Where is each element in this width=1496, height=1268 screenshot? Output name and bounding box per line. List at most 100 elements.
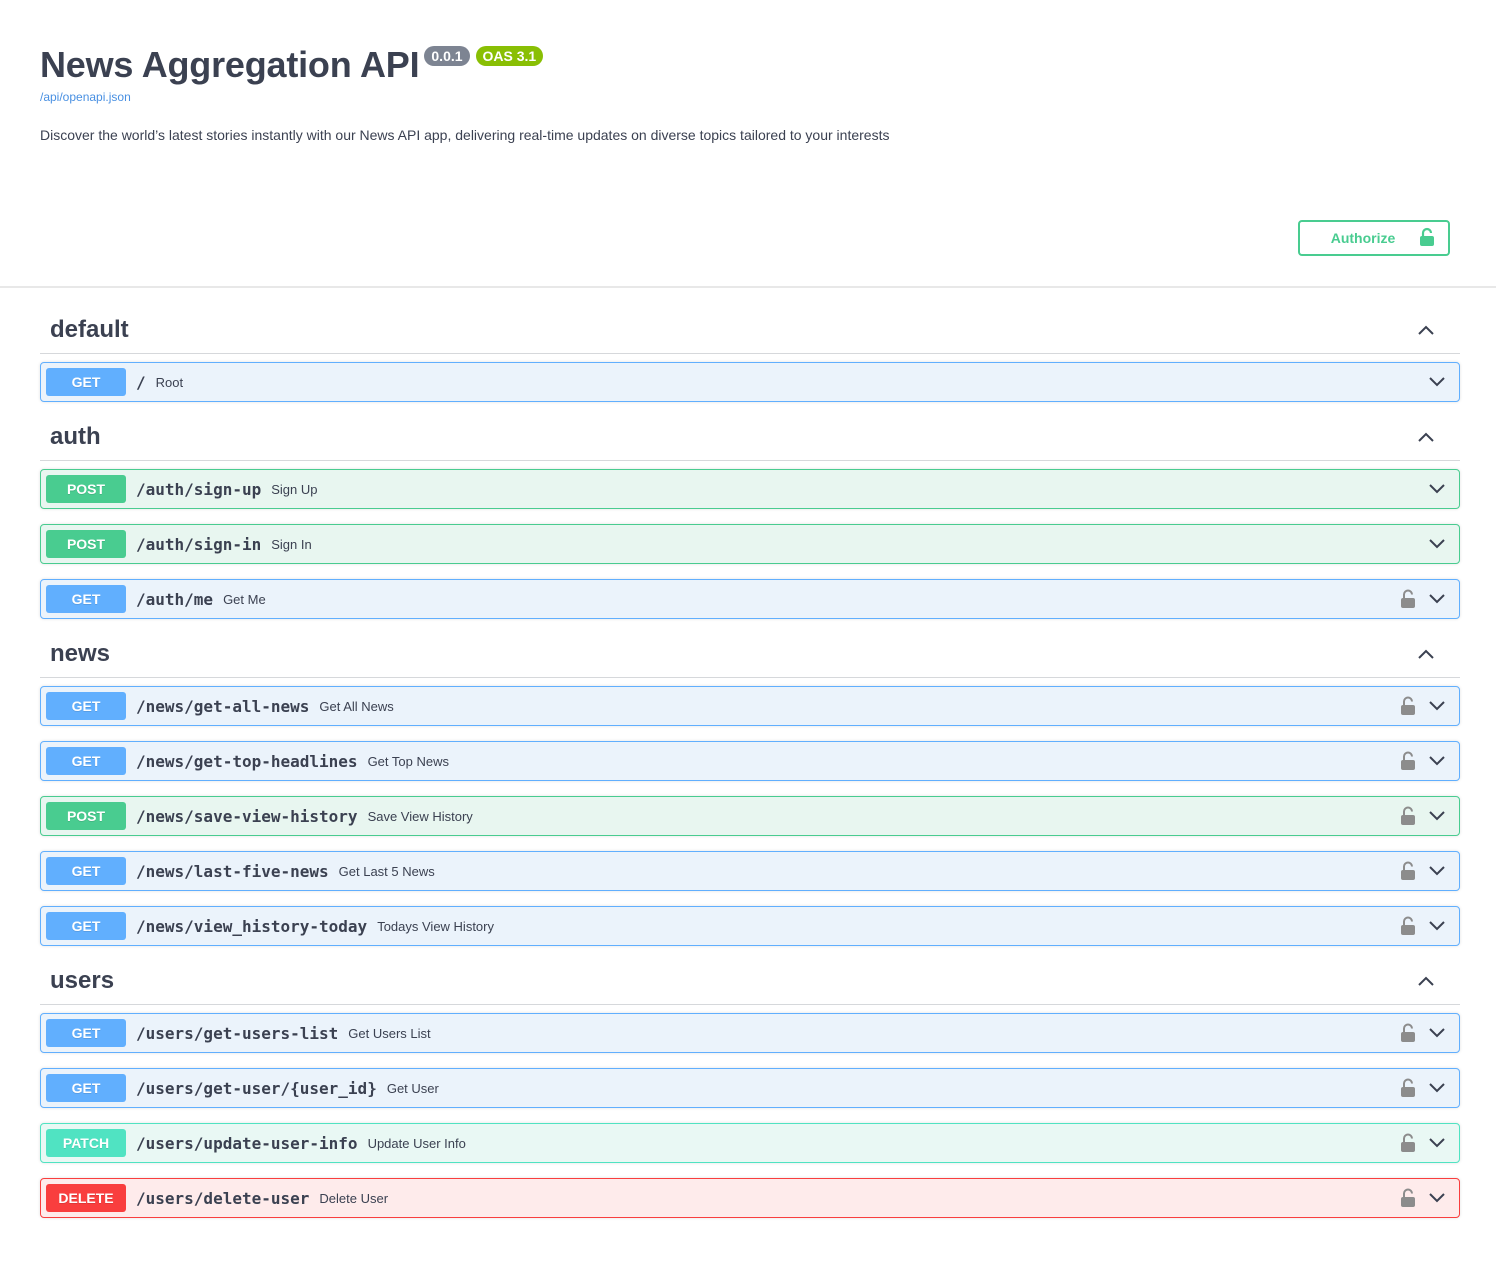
operation-controls [1401, 1188, 1459, 1208]
operation-get-row[interactable]: GET/news/get-top-headlines Get Top News [40, 741, 1460, 781]
tag-section-default[interactable]: default [40, 306, 1460, 354]
title-row: News Aggregation API 0.0.1 OAS 3.1 [40, 40, 1460, 90]
operation-summary: Get Last 5 News [338, 863, 435, 879]
operation-controls [1401, 696, 1459, 716]
openapi-spec-link[interactable]: /api/openapi.json [40, 90, 1460, 104]
chevron-down-icon[interactable] [1427, 751, 1447, 771]
authorize-button[interactable]: Authorize [1298, 220, 1450, 256]
operation-path: /auth/sign-up [136, 479, 262, 499]
operation-path: /users/delete-user [136, 1188, 310, 1208]
api-description: Discover the world’s latest stories inst… [40, 127, 890, 143]
unlocked-icon [1419, 227, 1435, 250]
operation-controls [1427, 479, 1459, 499]
operation-post-row[interactable]: POST/auth/sign-in Sign In [40, 524, 1460, 564]
method-badge: GET [46, 857, 126, 885]
operation-summary: Sign In [271, 536, 312, 552]
chevron-down-icon[interactable] [1427, 1133, 1447, 1153]
operation-controls [1427, 534, 1459, 554]
chevron-down-icon[interactable] [1427, 696, 1447, 716]
method-badge: GET [46, 1074, 126, 1102]
operation-controls [1401, 806, 1459, 826]
tag-section-news[interactable]: news [40, 630, 1460, 678]
method-badge: POST [46, 475, 126, 503]
chevron-down-icon[interactable] [1427, 861, 1447, 881]
tag-name: default [50, 315, 129, 343]
operation-get-row[interactable]: GET/users/get-user/{user_id} Get User [40, 1068, 1460, 1108]
chevron-down-icon[interactable] [1427, 1023, 1447, 1043]
operation-path: /users/get-user/{user_id} [136, 1078, 377, 1098]
chevron-up-icon[interactable] [1416, 320, 1436, 340]
operation-path: /users/update-user-info [136, 1133, 358, 1153]
chevron-up-icon[interactable] [1416, 971, 1436, 991]
lock-icon[interactable] [1401, 916, 1417, 936]
lock-icon[interactable] [1401, 1078, 1417, 1098]
operation-path: /news/get-top-headlines [136, 751, 358, 771]
tag-section-users[interactable]: users [40, 957, 1460, 1005]
operation-path: /news/view_history-today [136, 916, 368, 936]
lock-icon[interactable] [1401, 1188, 1417, 1208]
chevron-down-icon[interactable] [1427, 589, 1447, 609]
chevron-down-icon[interactable] [1427, 1078, 1447, 1098]
operation-path: / [136, 372, 146, 392]
operation-summary: Get User [386, 1080, 439, 1096]
chevron-up-icon[interactable] [1416, 427, 1436, 447]
operation-get-row[interactable]: GET/auth/me Get Me [40, 579, 1460, 619]
operation-patch-row[interactable]: PATCH/users/update-user-info Update User … [40, 1123, 1460, 1163]
api-info: News Aggregation API 0.0.1 OAS 3.1 /api/… [40, 40, 1460, 144]
lock-icon[interactable] [1401, 861, 1417, 881]
lock-icon[interactable] [1401, 751, 1417, 771]
chevron-down-icon[interactable] [1427, 806, 1447, 826]
lock-icon[interactable] [1401, 1023, 1417, 1043]
method-badge: PATCH [46, 1129, 126, 1157]
page-title: News Aggregation API [40, 44, 420, 85]
method-badge: GET [46, 1019, 126, 1047]
operation-path: /news/save-view-history [136, 806, 358, 826]
operation-path: /users/get-users-list [136, 1023, 339, 1043]
operation-get-row[interactable]: GET/users/get-users-list Get Users List [40, 1013, 1460, 1053]
operation-get-row[interactable]: GET/news/get-all-news Get All News [40, 686, 1460, 726]
operation-controls [1401, 1078, 1459, 1098]
tag-section-auth[interactable]: auth [40, 413, 1460, 461]
operation-summary: Save View History [367, 808, 473, 824]
operation-summary: Todays View History [377, 918, 494, 934]
lock-icon[interactable] [1401, 696, 1417, 716]
lock-icon[interactable] [1401, 589, 1417, 609]
tag-name: auth [50, 422, 101, 450]
method-badge: POST [46, 530, 126, 558]
operation-summary: Get Me [223, 591, 266, 607]
version-badge: 0.0.1 [424, 46, 470, 66]
operation-summary: Get Top News [367, 753, 449, 769]
operation-controls [1401, 861, 1459, 881]
operation-summary: Root [155, 374, 184, 390]
chevron-down-icon[interactable] [1427, 372, 1447, 392]
authorize-label: Authorize [1330, 230, 1396, 246]
chevron-up-icon[interactable] [1416, 644, 1436, 664]
operation-controls [1401, 1133, 1459, 1153]
tag-name: users [50, 966, 115, 994]
operation-post-row[interactable]: POST/auth/sign-up Sign Up [40, 469, 1460, 509]
operation-summary: Sign Up [271, 481, 318, 497]
chevron-down-icon[interactable] [1427, 1188, 1447, 1208]
operation-get-row[interactable]: GET / Root [40, 362, 1460, 402]
chevron-down-icon[interactable] [1427, 534, 1447, 554]
method-badge: GET [46, 912, 126, 940]
operation-controls [1401, 916, 1459, 936]
operation-path: /news/last-five-news [136, 861, 329, 881]
lock-icon[interactable] [1401, 806, 1417, 826]
operation-summary: Delete User [319, 1190, 389, 1206]
operation-controls [1401, 1023, 1459, 1043]
operation-path: /auth/me [136, 589, 214, 609]
operation-controls [1427, 372, 1459, 392]
header-divider [0, 286, 1496, 288]
operation-summary: Get All News [319, 698, 394, 714]
operation-post-row[interactable]: POST/news/save-view-history Save View His… [40, 796, 1460, 836]
operation-get-row[interactable]: GET/news/view_history-today Todays View H… [40, 906, 1460, 946]
lock-icon[interactable] [1401, 1133, 1417, 1153]
chevron-down-icon[interactable] [1427, 479, 1447, 499]
oas-badge: OAS 3.1 [475, 46, 544, 66]
operation-delete-row[interactable]: DELETE/users/delete-user Delete User [40, 1178, 1460, 1218]
operation-get-row[interactable]: GET/news/last-five-news Get Last 5 News [40, 851, 1460, 891]
method-badge: DELETE [46, 1184, 126, 1212]
method-badge: POST [46, 802, 126, 830]
chevron-down-icon[interactable] [1427, 916, 1447, 936]
